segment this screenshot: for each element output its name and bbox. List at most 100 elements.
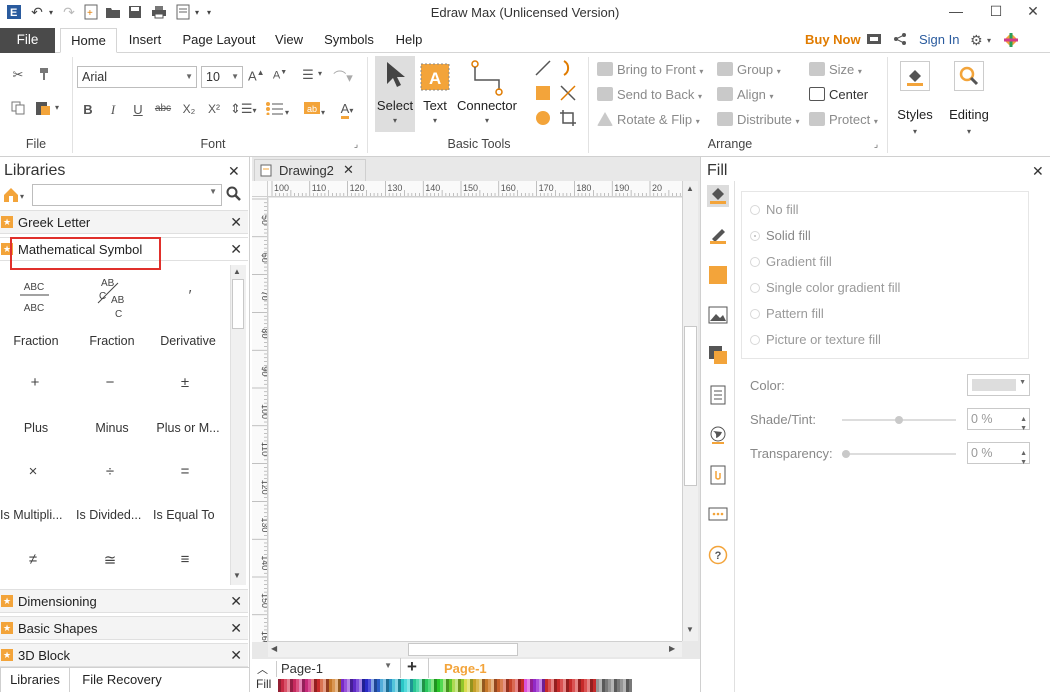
tab-help[interactable]: Help xyxy=(388,28,430,53)
page-properties-icon[interactable] xyxy=(707,385,729,407)
color-swatch[interactable] xyxy=(368,679,371,692)
color-swatch[interactable] xyxy=(293,679,296,692)
scrollbar-thumb[interactable] xyxy=(408,643,518,656)
crop-tool-icon[interactable] xyxy=(558,109,578,130)
add-page-icon[interactable]: + xyxy=(407,657,417,677)
color-swatch[interactable] xyxy=(443,679,446,692)
color-swatch[interactable] xyxy=(629,679,632,692)
fill-option-label[interactable]: Single color gradient fill xyxy=(766,280,900,295)
color-swatch[interactable] xyxy=(371,679,374,692)
color-swatch[interactable] xyxy=(461,679,464,692)
radio-picture-texture-fill[interactable] xyxy=(750,335,760,345)
page-tab-active[interactable]: Page-1 xyxy=(444,661,487,676)
color-swatch[interactable] xyxy=(497,679,500,692)
color-swatch[interactable] xyxy=(323,679,326,692)
color-swatch[interactable] xyxy=(569,679,572,692)
color-swatch[interactable] xyxy=(542,679,545,692)
color-swatch[interactable] xyxy=(422,679,425,692)
color-swatch[interactable] xyxy=(413,679,416,692)
editing-button[interactable]: Editing ▾ xyxy=(944,57,994,147)
color-swatch[interactable] xyxy=(338,679,341,692)
color-swatch[interactable] xyxy=(347,679,350,692)
apps-icon[interactable] xyxy=(1003,32,1019,51)
color-swatch[interactable] xyxy=(341,679,344,692)
superscript-icon[interactable]: X² xyxy=(205,102,223,116)
scroll-up-icon[interactable]: ▲ xyxy=(686,184,694,193)
shape-fraction-slanted[interactable]: AB C AB C xyxy=(90,275,135,323)
color-swatch[interactable] xyxy=(473,679,476,692)
color-swatch[interactable] xyxy=(434,679,437,692)
grow-font-icon[interactable]: A▲ xyxy=(248,68,265,83)
font-color-icon[interactable]: A▾ xyxy=(335,101,359,119)
color-swatch[interactable] xyxy=(608,679,611,692)
color-swatch[interactable] xyxy=(476,679,479,692)
layer-icon[interactable] xyxy=(707,345,729,367)
color-swatch[interactable] xyxy=(308,679,311,692)
color-swatch[interactable] xyxy=(377,679,380,692)
maximize-icon[interactable]: ☐ xyxy=(986,1,1006,21)
line-tool-icon[interactable] xyxy=(533,59,553,80)
document-tab[interactable]: Drawing2 ✕ xyxy=(254,159,366,181)
color-swatch[interactable] xyxy=(332,679,335,692)
horizontal-scrollbar[interactable]: ◀ ▶ xyxy=(268,641,682,657)
rectangle-tool-icon[interactable] xyxy=(533,84,553,105)
color-swatch[interactable] xyxy=(362,679,365,692)
library-home-icon[interactable]: ▾ xyxy=(2,186,30,204)
fill-bucket-icon[interactable] xyxy=(707,185,729,207)
scrollbar-thumb[interactable] xyxy=(684,326,697,486)
italic-icon[interactable]: I xyxy=(105,102,121,118)
text-align-icon[interactable]: ☰ xyxy=(298,67,318,83)
help-icon[interactable]: ? xyxy=(707,545,729,567)
slider-knob[interactable] xyxy=(895,416,903,424)
fill-option-label[interactable]: Picture or texture fill xyxy=(766,332,881,347)
color-swatch[interactable] xyxy=(563,679,566,692)
library-scrollbar[interactable]: ▲ ▼ xyxy=(230,265,246,585)
image-icon[interactable] xyxy=(707,305,729,327)
scroll-right-icon[interactable]: ▶ xyxy=(669,644,675,653)
shape-divide[interactable]: ÷ xyxy=(95,463,125,480)
shrink-font-icon[interactable]: A▼ xyxy=(272,69,288,82)
collapse-up-icon[interactable]: ︿ xyxy=(257,661,268,677)
format-painter-icon[interactable] xyxy=(35,67,53,84)
shape-minus[interactable]: − xyxy=(95,374,125,391)
font-dialog-launcher-icon[interactable]: ⌟ xyxy=(351,139,361,150)
fill-option-label[interactable]: No fill xyxy=(766,202,799,217)
library-category-3d-block[interactable]: ★ 3D Block ✕ xyxy=(0,643,248,667)
close-icon[interactable]: ✕ xyxy=(228,163,240,180)
color-swatch[interactable] xyxy=(512,679,515,692)
color-swatch[interactable] xyxy=(431,679,434,692)
copy-icon[interactable] xyxy=(9,101,27,118)
color-swatch[interactable] xyxy=(314,679,317,692)
protect-button[interactable]: Protect ▾ xyxy=(809,112,878,127)
globe-icon[interactable] xyxy=(707,425,729,447)
arc-tool-icon[interactable] xyxy=(558,59,578,80)
color-swatch[interactable] xyxy=(296,679,299,692)
scroll-left-icon[interactable]: ◀ xyxy=(271,644,277,653)
color-swatch[interactable] xyxy=(287,679,290,692)
bullets-icon[interactable]: ▾ xyxy=(262,101,292,118)
color-swatch[interactable] xyxy=(350,679,353,692)
color-swatch[interactable] xyxy=(389,679,392,692)
color-swatch[interactable] xyxy=(578,679,581,692)
color-swatch[interactable] xyxy=(398,679,401,692)
select-tool-button[interactable]: Select ▾ xyxy=(375,56,415,132)
radio-no-fill[interactable] xyxy=(750,205,760,215)
color-swatch[interactable] xyxy=(605,679,608,692)
color-swatch[interactable] xyxy=(437,679,440,692)
color-swatch[interactable] xyxy=(356,679,359,692)
color-swatch[interactable] xyxy=(539,679,542,692)
font-size-select[interactable]: 10 ▼ xyxy=(201,66,243,88)
subscript-icon[interactable]: X₂ xyxy=(180,102,198,116)
shape-derivative[interactable]: ′ xyxy=(175,287,205,311)
color-swatch[interactable] xyxy=(566,679,569,692)
color-swatch[interactable] xyxy=(311,679,314,692)
color-swatch[interactable] xyxy=(392,679,395,692)
fill-option-label[interactable]: Solid fill xyxy=(766,228,811,243)
shade-tint-input[interactable]: 0 % ▲ ▼ xyxy=(967,408,1030,432)
spin-down-icon[interactable]: ▼ xyxy=(1020,419,1027,439)
paste-dropdown-icon[interactable]: ▾ xyxy=(53,103,61,112)
color-swatch[interactable] xyxy=(386,679,389,692)
color-swatch[interactable] xyxy=(500,679,503,692)
line-spacing-icon[interactable]: ⇕☰▾ xyxy=(230,101,257,117)
color-swatch[interactable] xyxy=(470,679,473,692)
